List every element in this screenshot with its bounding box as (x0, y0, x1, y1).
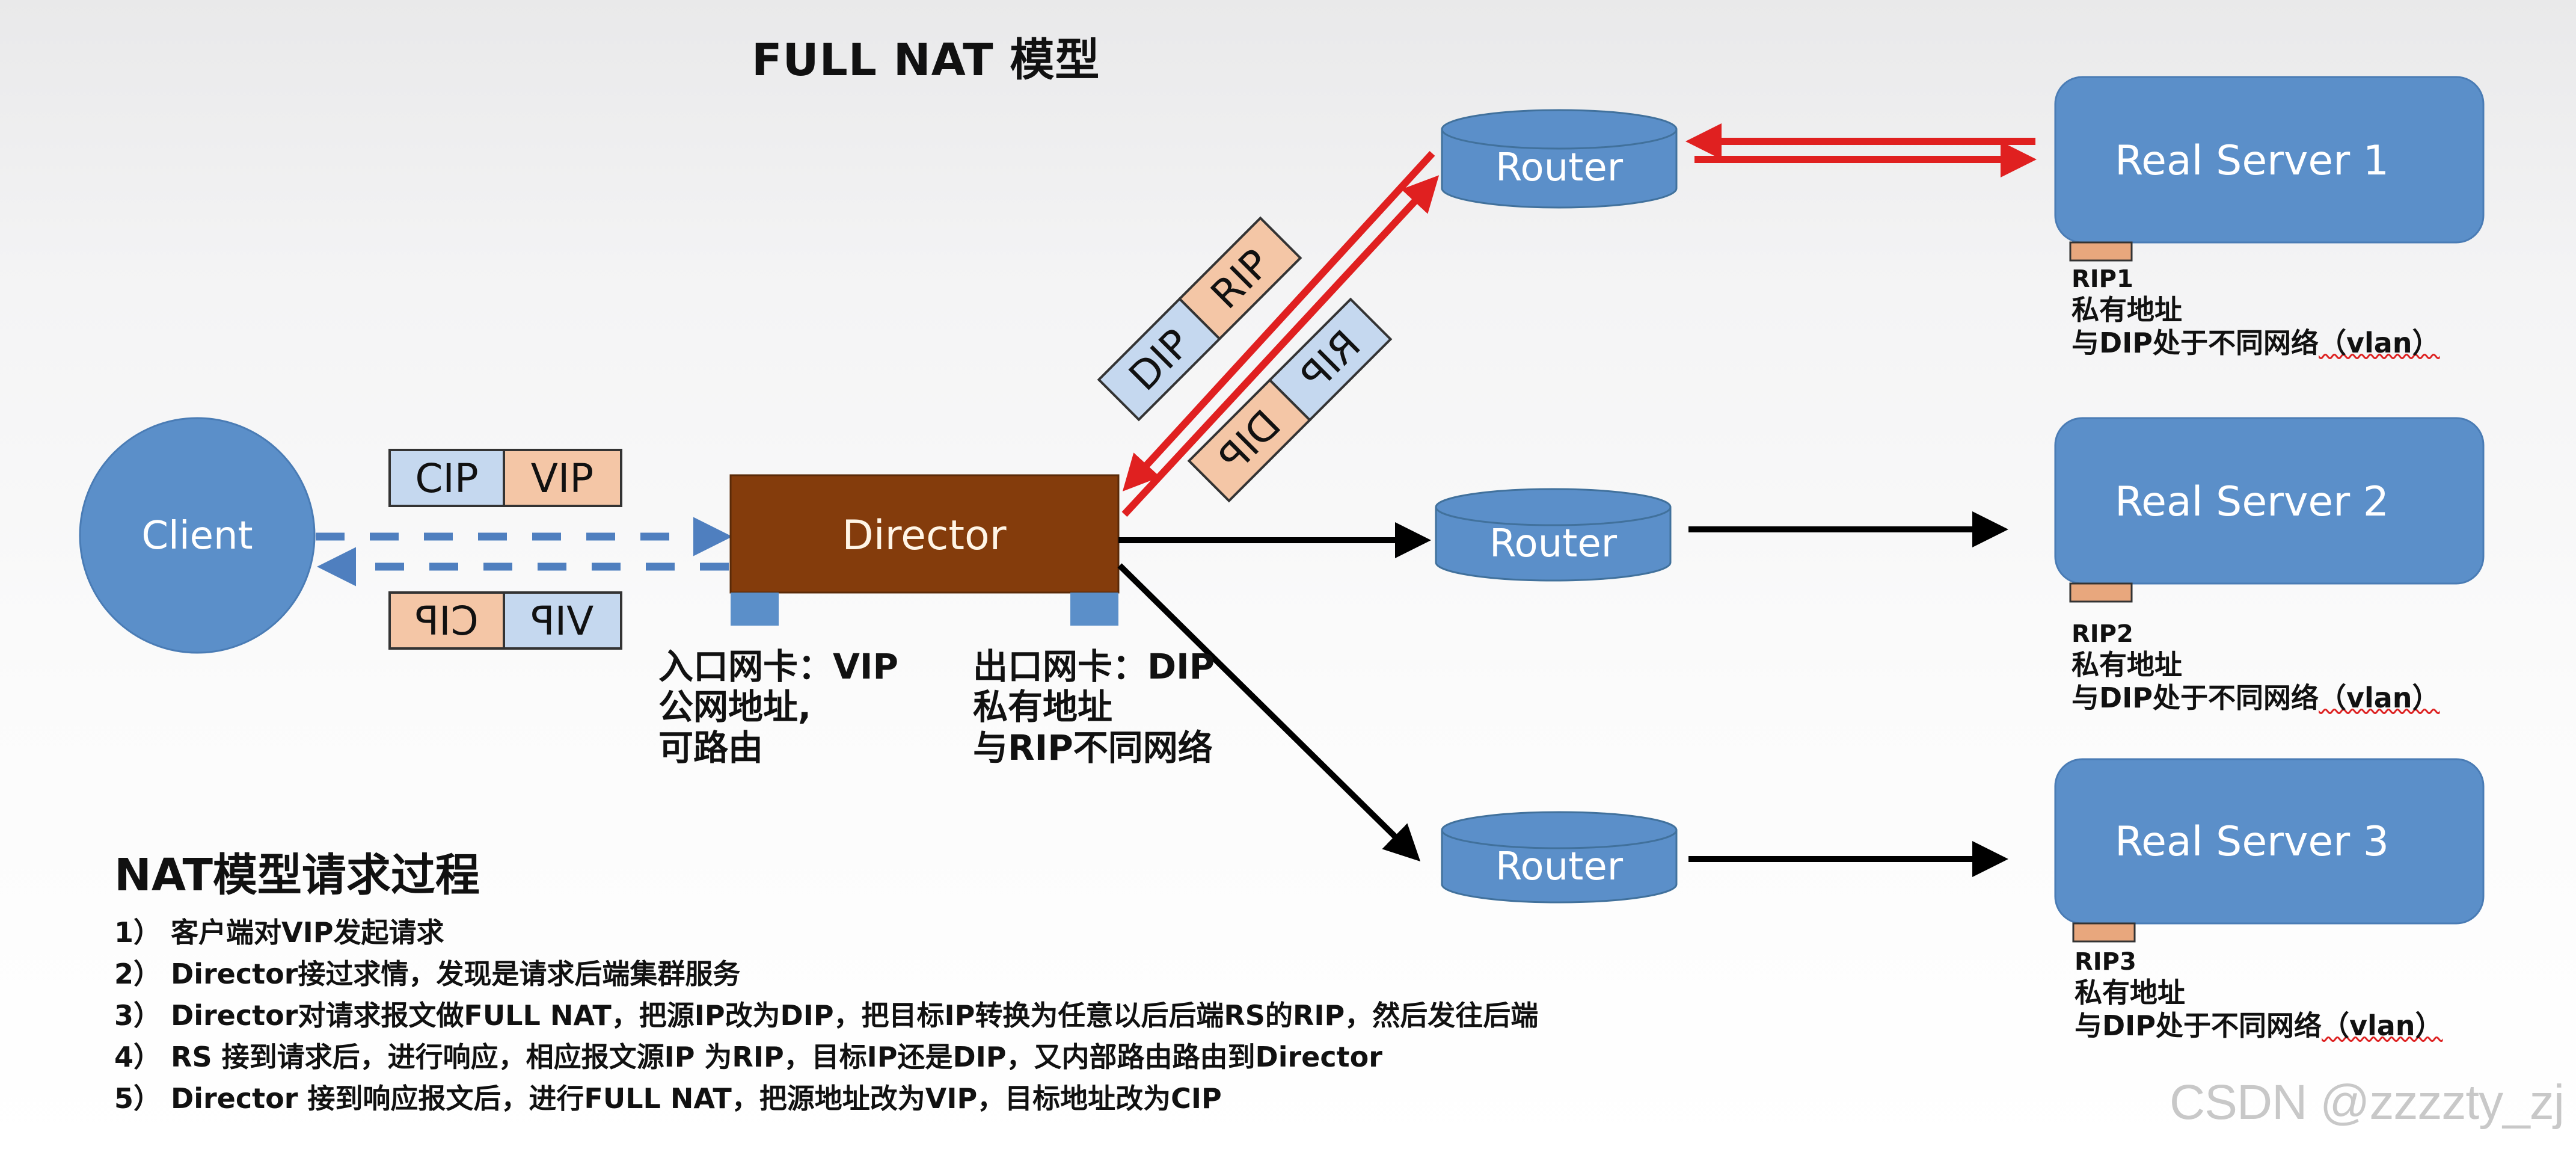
rs2-nic (2069, 582, 2133, 603)
outbound-nic-line: 与RIP不同网络 (973, 727, 1213, 768)
packet-dst-vip: VIP (531, 455, 593, 502)
rs1-line2: 与DIP处于不同网络 (2072, 327, 2319, 360)
packet-mirrored-vip: VIP (531, 598, 593, 644)
packet-client-request: CIP VIP (388, 449, 622, 507)
watermark: CSDN @zzzzty_zj (2170, 1075, 2565, 1130)
packet-mirrored-cip: CIP (415, 598, 478, 644)
outbound-nic-caption: 出口网卡：DIP 私有地址 与RIP不同网络 (973, 646, 1215, 768)
process-step: 2） Director接过求情，发现是请求后端集群服务 (114, 958, 741, 990)
process-description: NAT模型请求过程 1） 客户端对VIP发起请求 2） Director接过求情… (114, 839, 1538, 1120)
real-server-3-label: Real Server 3 (2115, 818, 2389, 866)
director-node: Director (729, 474, 1120, 626)
real-server-2: Real Server 2 (2054, 417, 2485, 603)
rs2-vlan: （vlan） (2319, 682, 2440, 715)
process-step: 5） Director 接到响应报文后，进行FULL NAT，把源地址改为VIP… (114, 1082, 1222, 1115)
packet-client-response: CIP VIP (388, 591, 622, 650)
real-server-1-label: Real Server 1 (2115, 137, 2389, 185)
process-title: NAT模型请求过程 (114, 849, 480, 901)
rs3-line2: 与DIP处于不同网络 (2075, 1009, 2322, 1043)
router-1: Router (1441, 109, 1678, 209)
rs3-rip: RIP3 (2075, 948, 2136, 976)
packet-src-cip: CIP (415, 455, 478, 502)
process-step: 4） RS 接到请求后，进行响应，相应报文源IP 为RIP，目标IP还是DIP，… (114, 1041, 1382, 1073)
outbound-nic-line: 私有地址 (973, 686, 1113, 728)
real-server-1: Real Server 1 (2054, 76, 2485, 262)
rs1-vlan: （vlan） (2319, 327, 2440, 360)
inbound-nic (731, 593, 779, 626)
rs2-caption: RIP2 私有地址 与DIP处于不同网络（vlan） (2072, 620, 2440, 715)
real-server-2-label: Real Server 2 (2115, 478, 2389, 526)
rs3-caption: RIP3 私有地址 与DIP处于不同网络（vlan） (2075, 947, 2443, 1043)
rs1-line1: 私有地址 (2072, 294, 2182, 326)
inbound-nic-line: 公网地址, (658, 686, 812, 728)
router-2-label: Router (1489, 522, 1618, 566)
inbound-nic-caption: 入口网卡：VIP 公网地址, 可路由 (658, 646, 898, 768)
rs1-caption: RIP1 私有地址 与DIP处于不同网络（vlan） (2072, 265, 2440, 360)
inbound-nic-line: 入口网卡：VIP (658, 646, 898, 687)
rs2-line1: 私有地址 (2072, 648, 2182, 681)
director-label: Director (842, 512, 1006, 559)
rs3-line1: 私有地址 (2075, 976, 2185, 1009)
process-step: 3） Director对请求报文做FULL NAT，把源IP改为DIP，把目标I… (114, 999, 1539, 1032)
rs3-nic (2072, 922, 2136, 943)
rs2-line2: 与DIP处于不同网络 (2072, 682, 2319, 715)
router-1-label: Router (1495, 146, 1624, 190)
rs2-rip: RIP2 (2072, 620, 2133, 648)
process-step: 1） 客户端对VIP发起请求 (114, 916, 444, 949)
outbound-nic-line: 出口网卡：DIP (973, 646, 1215, 687)
client-label: Client (141, 514, 253, 558)
rs1-rip: RIP1 (2072, 265, 2133, 293)
rs3-vlan: （vlan） (2322, 1009, 2443, 1043)
real-server-3: Real Server 3 (2054, 758, 2485, 943)
rs1-nic (2069, 241, 2133, 262)
inbound-nic-line: 可路由 (658, 727, 764, 768)
client-node: Client (79, 417, 316, 654)
outbound-nic (1070, 593, 1118, 626)
router-2: Router (1435, 488, 1672, 582)
